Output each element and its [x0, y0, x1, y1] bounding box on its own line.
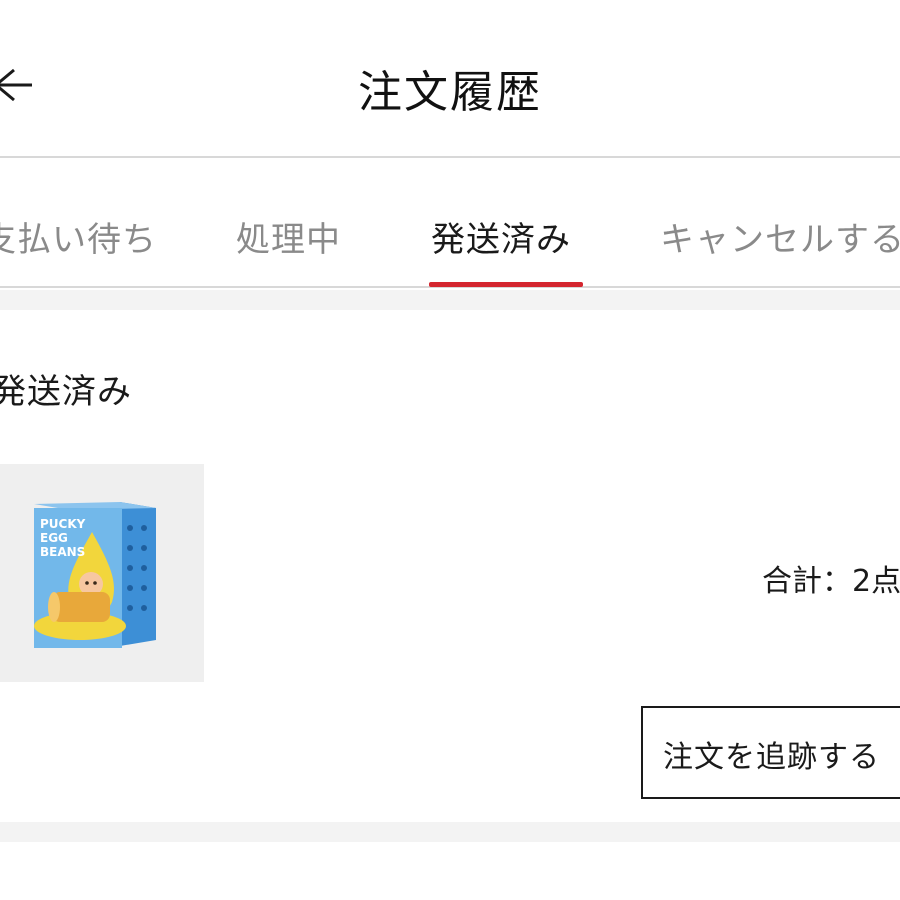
- section-divider: [0, 290, 900, 310]
- app-header: 注文履歴: [0, 0, 900, 158]
- tab-cancel[interactable]: キャンセルする: [660, 212, 900, 261]
- box-text-2: EGG: [40, 531, 68, 545]
- order-card: 発送済み PUCKY EGG BEANS 合計：2点 注文を追跡する: [0, 310, 900, 822]
- next-order-card: [0, 842, 900, 900]
- tab-awaiting-payment[interactable]: 支払い待ち: [0, 212, 157, 261]
- page-title: 注文履歴: [358, 67, 542, 118]
- tab-processing[interactable]: 処理中: [236, 212, 341, 261]
- active-tab-indicator: [429, 282, 583, 287]
- track-order-button[interactable]: 注文を追跡する: [641, 706, 900, 799]
- box-text-3: BEANS: [40, 545, 85, 559]
- product-box-image: PUCKY EGG BEANS: [34, 502, 156, 648]
- section-divider-2: [0, 822, 900, 842]
- track-order-label: 注文を追跡する: [663, 740, 880, 775]
- tab-shipped[interactable]: 発送済み: [431, 212, 571, 261]
- order-status-tabs: 支払い待ち 処理中 発送済み キャンセルする: [0, 160, 900, 288]
- box-text-1: PUCKY: [40, 517, 86, 531]
- product-thumbnail[interactable]: PUCKY EGG BEANS: [0, 464, 204, 682]
- order-total: 合計：2点: [762, 564, 900, 599]
- order-status-label: 発送済み: [0, 372, 132, 412]
